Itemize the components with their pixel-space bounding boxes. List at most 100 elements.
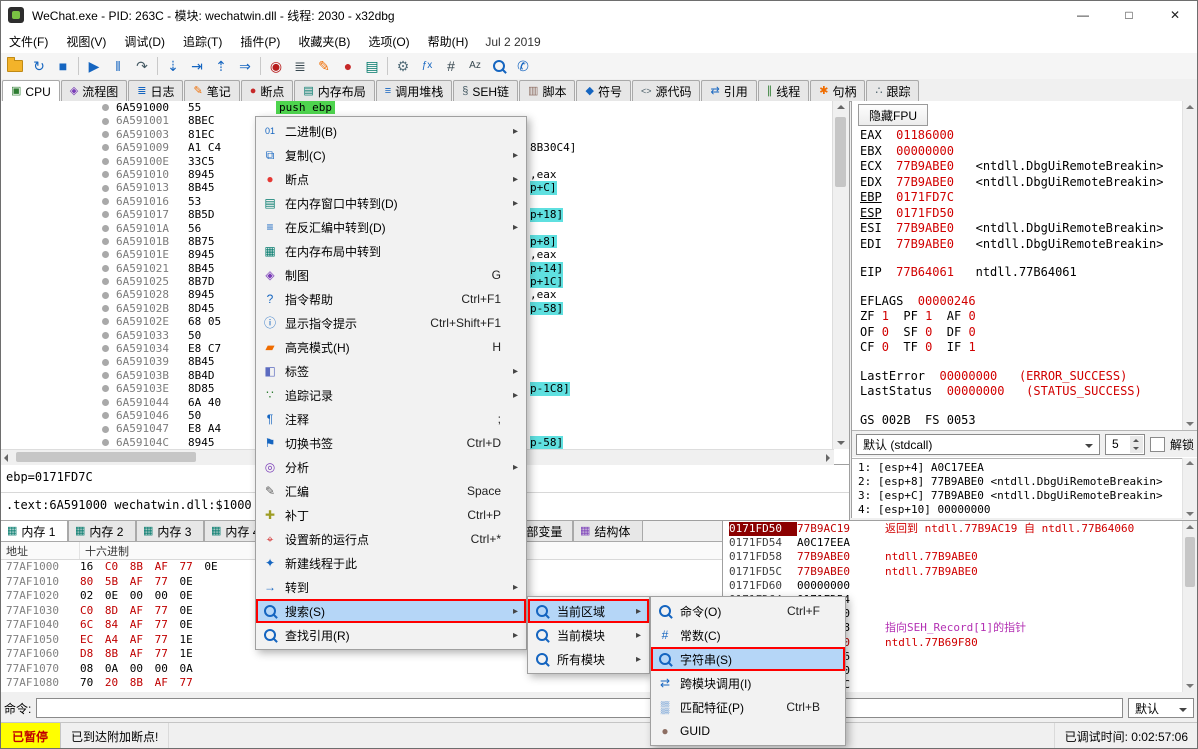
maximize-button[interactable]: □ <box>1106 0 1152 30</box>
log-icon[interactable]: ≣ <box>288 55 312 77</box>
scroll-up-icon[interactable] <box>1186 461 1194 465</box>
breakpoint-gutter[interactable] <box>100 436 116 449</box>
breakpoint-gutter[interactable] <box>100 155 116 168</box>
tab-graph[interactable]: ◈流程图 <box>61 80 127 101</box>
dump-row[interactable]: 77AF108070 20 8B AF 77 <box>0 676 722 691</box>
scroll-thumb[interactable] <box>835 117 846 187</box>
step-over-icon[interactable]: ⇥ <box>185 55 209 77</box>
breakpoint-gutter[interactable] <box>100 342 116 355</box>
menu-item-show-mnemonic-brief[interactable]: ⓘ显示指令提示Ctrl+Shift+F1 <box>256 311 526 335</box>
dump-tab-memory-3[interactable]: ▦内存 3 <box>136 520 204 541</box>
search-item-constant[interactable]: #常数(C) <box>651 623 845 647</box>
breakpoint-gutter[interactable] <box>100 302 116 315</box>
menu-item-instruction-help[interactable]: ?指令帮助Ctrl+F1 <box>256 287 526 311</box>
breakpoint-gutter[interactable] <box>100 288 116 301</box>
menu-item-patch[interactable]: ✚补丁Ctrl+P <box>256 503 526 527</box>
menubar-item[interactable]: 帮助(H) <box>419 30 478 53</box>
argument-count-stepper[interactable]: 5 <box>1105 434 1145 455</box>
tab-symbols[interactable]: ◆符号 <box>576 80 630 101</box>
close-button[interactable]: ✕ <box>1152 0 1198 30</box>
scroll-up-icon[interactable] <box>1186 105 1194 109</box>
breakpoint-gutter[interactable] <box>100 262 116 275</box>
search-icon[interactable] <box>487 55 511 77</box>
scroll-down-icon[interactable] <box>1186 684 1194 688</box>
scroll-down-icon[interactable] <box>1186 512 1194 516</box>
tab-seh[interactable]: §SEH链 <box>453 80 518 101</box>
restart-run-icon[interactable]: ↷ <box>130 55 154 77</box>
scroll-up-icon[interactable] <box>1186 525 1194 529</box>
dump-tab-struct[interactable]: ▦结构体 <box>573 520 643 541</box>
command-script-select[interactable]: 默认 <box>1128 698 1194 718</box>
scroll-thumb[interactable] <box>16 452 196 462</box>
tab-log[interactable]: ≣日志 <box>128 80 183 101</box>
stepper-down-icon[interactable] <box>1130 444 1143 453</box>
menu-item-follow-in-dump[interactable]: ▤在内存窗口中转到(D)▸ <box>256 191 526 215</box>
stack-scrollbar[interactable] <box>1182 521 1198 692</box>
breakpoint-gutter[interactable] <box>100 275 116 288</box>
submenu-item-current-region[interactable]: 当前区域▸ <box>528 599 649 623</box>
pause-icon[interactable]: ‖ <box>106 55 130 77</box>
breakpoint-gutter[interactable] <box>100 222 116 235</box>
breakpoint-gutter[interactable] <box>100 315 116 328</box>
scroll-right-icon[interactable] <box>826 454 830 462</box>
breakpoint-gutter[interactable] <box>100 396 116 409</box>
menubar-item[interactable]: 视图(V) <box>57 30 115 53</box>
hide-fpu-button[interactable]: 隐藏FPU <box>858 104 928 126</box>
dump-header-address[interactable]: 地址 <box>0 542 80 559</box>
menu-item-assemble[interactable]: ✎汇编Space <box>256 479 526 503</box>
scroll-left-icon[interactable] <box>4 454 8 462</box>
menu-item-highlighting-mode[interactable]: ▰高亮模式(H)H <box>256 335 526 359</box>
menu-item-comment[interactable]: ¶注释; <box>256 407 526 431</box>
menubar-item[interactable]: 文件(F) <box>0 30 57 53</box>
restart-icon[interactable]: ↻ <box>27 55 51 77</box>
stack-row[interactable]: 0171FD54A0C17EEA <box>723 536 1183 550</box>
menu-item-label[interactable]: ◧标签▸ <box>256 359 526 383</box>
unlock-checkbox[interactable] <box>1150 437 1165 452</box>
tab-source[interactable]: <>源代码 <box>632 80 701 101</box>
menu-item-trace-record[interactable]: ∵追踪记录▸ <box>256 383 526 407</box>
menu-item-copy[interactable]: ⧉复制(C)▸ <box>256 143 526 167</box>
tab-memory-map[interactable]: ▤内存布局 <box>294 80 374 101</box>
scroll-up-icon[interactable] <box>837 105 845 109</box>
search-item-string-references[interactable]: 字符串(S) <box>651 647 845 671</box>
tab-trace[interactable]: ∴跟踪 <box>866 80 919 101</box>
search-item-intermodular-calls[interactable]: ⇄跨模块调用(I) <box>651 671 845 695</box>
find-strings-icon[interactable]: Az <box>463 55 487 77</box>
registers-scrollbar[interactable] <box>1182 101 1198 430</box>
dump-tab-memory-1[interactable]: ▦内存 1 <box>0 520 68 541</box>
menubar-item[interactable]: 收藏夹(B) <box>289 30 359 53</box>
search-item-pattern[interactable]: ▒匹配特征(P)Ctrl+B <box>651 695 845 719</box>
tab-handles[interactable]: ✱句柄 <box>810 80 865 101</box>
dump-tab-memory-2[interactable]: ▦内存 2 <box>68 520 136 541</box>
menu-item-set-new-origin[interactable]: ⌖设置新的运行点Ctrl+* <box>256 527 526 551</box>
notes-icon[interactable]: ✎ <box>312 55 336 77</box>
submenu-item-all-modules[interactable]: 所有模块▸ <box>528 647 649 671</box>
breakpoint-gutter[interactable] <box>100 101 116 114</box>
menu-item-search[interactable]: 搜索(S)▸ <box>256 599 526 623</box>
breakpoint-gutter[interactable] <box>100 355 116 368</box>
menubar-item[interactable]: 选项(O) <box>359 30 418 53</box>
menu-item-binary[interactable]: 01二进制(B)▸ <box>256 119 526 143</box>
tab-threads[interactable]: ∥线程 <box>758 80 810 101</box>
breakpoint-gutter[interactable] <box>100 128 116 141</box>
menu-item-follow-in-memory-map[interactable]: ▦在内存布局中转到 <box>256 239 526 263</box>
scroll-down-icon[interactable] <box>1186 422 1194 426</box>
disassembly-vertical-scrollbar[interactable] <box>832 101 849 449</box>
stack-row[interactable]: 0171FD5077B9AC19返回到 ntdll.77B9AC19 自 ntd… <box>723 522 1183 536</box>
submenu-item-current-module[interactable]: 当前模块▸ <box>528 623 649 647</box>
run-to-user-code-icon[interactable]: ⇒ <box>233 55 257 77</box>
menubar-item[interactable]: 追踪(T) <box>174 30 231 53</box>
scroll-down-icon[interactable] <box>837 441 845 445</box>
tab-breakpoints[interactable]: ●断点 <box>241 80 294 101</box>
tab-notes[interactable]: ✎笔记 <box>184 80 239 101</box>
arguments-scrollbar[interactable] <box>1182 458 1198 519</box>
breakpoint-gutter[interactable] <box>100 168 116 181</box>
tab-script[interactable]: ▥脚本 <box>519 80 575 101</box>
minimize-button[interactable]: — <box>1060 0 1106 30</box>
stack-row[interactable]: 0171FD6000000000 <box>723 579 1183 593</box>
breakpoint-gutter[interactable] <box>100 422 116 435</box>
tab-references[interactable]: ⇄引用 <box>701 80 756 101</box>
step-into-icon[interactable]: ⇣ <box>161 55 185 77</box>
menu-item-create-new-thread[interactable]: ✦新建线程于此 <box>256 551 526 575</box>
breakpoint-gutter[interactable] <box>100 181 116 194</box>
